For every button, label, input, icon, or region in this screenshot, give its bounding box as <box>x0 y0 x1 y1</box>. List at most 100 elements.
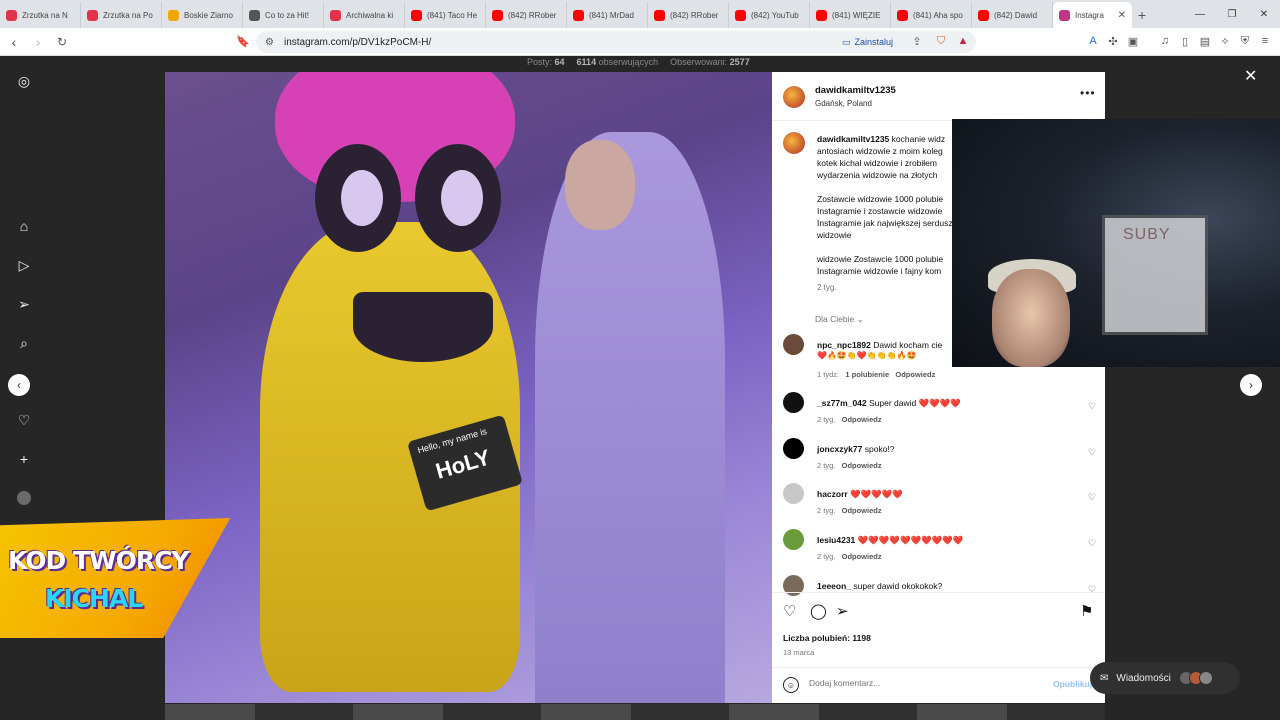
reply-button[interactable]: Odpowiedz <box>842 461 882 470</box>
minimize-button[interactable]: — <box>1184 9 1216 20</box>
comment-like-heart-icon[interactable]: ♡ <box>1088 584 1096 595</box>
like-heart-outline-icon[interactable]: ♡ <box>783 602 796 620</box>
browser-tab[interactable]: Zrzutka na Po <box>81 2 162 28</box>
chevron-right-icon[interactable]: › <box>1240 374 1262 396</box>
messages-button[interactable]: ✉ Wiadomości <box>1090 662 1240 694</box>
reels-icon[interactable]: ▷ <box>16 257 32 273</box>
browser-tab[interactable]: Archiwalna ki <box>324 2 405 28</box>
home-icon[interactable]: ⌂ <box>16 218 32 234</box>
vpn-icon[interactable]: ⛨ <box>1238 34 1252 48</box>
commenter-username[interactable]: 1eeeon_ <box>817 581 851 591</box>
extension-puzzle-icon[interactable]: ✣ <box>1106 34 1120 48</box>
comment-age: 2 tyg. <box>817 506 836 515</box>
search-icon[interactable]: ⌕ <box>16 335 32 351</box>
caption-paragraph: dawidkamiltv1235 kochanie widz antosiach… <box>817 133 957 181</box>
commenter-avatar[interactable] <box>783 334 804 355</box>
browser-tab[interactable]: (842) YouTub <box>729 2 810 28</box>
caption-text-3: widzowie Zostawcie 1000 polubie Instagra… <box>817 254 944 276</box>
browser-tab[interactable]: Zrzutka na N <box>0 2 81 28</box>
brave-rewards-icon[interactable]: ▲ <box>956 34 970 48</box>
install-icon: ▭ <box>842 36 851 47</box>
more-options-icon[interactable]: ••• <box>1080 86 1096 100</box>
post-author-avatar[interactable] <box>783 86 805 108</box>
chevron-down-icon: ⌄ <box>856 314 864 324</box>
commenter-username[interactable]: _sz77m_042 <box>817 398 867 408</box>
commenter-username[interactable]: joncxzyk77 <box>817 444 862 454</box>
browser-tab[interactable]: (841) Taco He <box>405 2 486 28</box>
translate-icon[interactable]: A <box>1086 34 1100 48</box>
webcam-overlay: SUBY <box>952 119 1280 367</box>
comment-emojis: ❤️🔥🤩👏❤️👏👏👏🔥🤩 <box>817 351 917 360</box>
comment-like-heart-icon[interactable]: ♡ <box>1088 538 1096 549</box>
share-icon[interactable]: ➢ <box>836 602 849 620</box>
comment-likes[interactable]: 1 polubienie <box>845 370 889 379</box>
commenter-avatar[interactable] <box>783 529 804 550</box>
post-location[interactable]: Gdańsk, Poland <box>815 99 872 108</box>
commenter-username[interactable]: lesiu4231 <box>817 535 855 545</box>
back-icon[interactable]: ‹ <box>4 34 24 50</box>
post-photo[interactable]: Hello, my name is HoLY <box>165 72 772 703</box>
commenter-avatar[interactable] <box>783 438 804 459</box>
tab-favicon-icon <box>87 9 98 21</box>
bookmark-icon[interactable]: ⚑ <box>1080 602 1093 620</box>
following-count[interactable]: Obserwowani: 2577 <box>670 57 750 67</box>
instagram-icon[interactable]: ◎ <box>16 73 32 89</box>
comment-like-heart-icon[interactable]: ♡ <box>1088 492 1096 503</box>
forward-icon[interactable]: › <box>28 34 48 50</box>
close-window-button[interactable]: ✕ <box>1248 9 1280 20</box>
comment-like-heart-icon[interactable]: ♡ <box>1088 447 1096 458</box>
posts-label: Posty: <box>527 57 553 67</box>
commenter-username[interactable]: haczorr <box>817 489 848 499</box>
tab-favicon-icon <box>168 9 179 21</box>
reply-button[interactable]: Odpowiedz <box>842 415 882 424</box>
browser-tab[interactable]: (841) Aha spo <box>891 2 972 28</box>
menu-icon[interactable]: ≡ <box>1258 34 1272 48</box>
commenter-avatar[interactable] <box>783 483 804 504</box>
reply-button[interactable]: Odpowiedz <box>842 506 882 515</box>
screenshot-icon[interactable]: ▣ <box>1126 34 1140 48</box>
bookmark-page-icon[interactable]: 🔖 <box>236 34 250 48</box>
followers-count[interactable]: 6114 obserwujących <box>577 57 659 67</box>
heart-icon[interactable]: ♡ <box>16 412 32 428</box>
restore-button[interactable]: ❐ <box>1216 9 1248 20</box>
commenter-avatar[interactable] <box>783 392 804 413</box>
emoji-icon[interactable]: ☺ <box>783 677 799 693</box>
comment-like-heart-icon[interactable]: ♡ <box>1088 401 1096 412</box>
publish-button[interactable]: Opublikuj <box>1053 679 1092 689</box>
browser-tab[interactable]: (842) RRober <box>648 2 729 28</box>
browser-tab[interactable]: (842) RRober <box>486 2 567 28</box>
for-you-dropdown[interactable]: Dla Ciebie ⌄ <box>815 314 864 325</box>
caption-username[interactable]: dawidkamiltv1235 <box>817 134 889 144</box>
reply-button[interactable]: Odpowiedz <box>842 552 882 561</box>
reload-icon[interactable]: ↻ <box>52 35 72 49</box>
site-info-icon[interactable]: ⚙ <box>265 37 274 48</box>
share-page-icon[interactable]: ⇪ <box>910 34 924 48</box>
tab-instagram-active[interactable]: Instagra ✕ <box>1053 2 1132 28</box>
send-icon[interactable]: ➢ <box>16 296 32 312</box>
browser-tab[interactable]: (842) Dawid <box>972 2 1053 28</box>
browser-tab[interactable]: (841) MrDad <box>567 2 648 28</box>
wallet-icon[interactable]: ▤ <box>1198 34 1212 48</box>
new-tab-button[interactable]: + <box>1132 2 1152 28</box>
browser-tab[interactable]: (841) WIĘZIE <box>810 2 891 28</box>
sidebar-icon[interactable]: ▯ <box>1178 34 1192 48</box>
post-author-username[interactable]: dawidkamiltv1235 <box>815 85 896 96</box>
avatar[interactable] <box>16 490 32 506</box>
comment-icon[interactable]: ◯ <box>810 602 827 620</box>
leo-ai-icon[interactable]: ✧ <box>1218 34 1232 48</box>
install-app-button[interactable]: ▭ Zainstaluj <box>842 33 893 51</box>
comment-input[interactable] <box>809 678 1039 688</box>
browser-tab[interactable]: Co to za Hit! <box>243 2 324 28</box>
close-modal-icon[interactable]: ✕ <box>1244 66 1257 86</box>
browser-tab[interactable]: Boskie Ziarno <box>162 2 243 28</box>
chevron-left-icon[interactable]: ‹ <box>8 374 30 396</box>
media-icon[interactable]: ♫ <box>1158 34 1172 48</box>
caption-author-avatar[interactable] <box>783 132 805 154</box>
reply-button[interactable]: Odpowiedz <box>895 370 935 379</box>
likes-count[interactable]: Liczba polubień: 1198 <box>783 633 871 643</box>
brave-shield-icon[interactable]: ⛉ <box>934 34 948 48</box>
comment-meta: 2 tyg. Odpowiedz <box>817 415 882 424</box>
commenter-username[interactable]: npc_npc1892 <box>817 340 871 350</box>
close-tab-icon[interactable]: ✕ <box>1118 10 1126 21</box>
plus-icon[interactable]: + <box>16 451 32 467</box>
